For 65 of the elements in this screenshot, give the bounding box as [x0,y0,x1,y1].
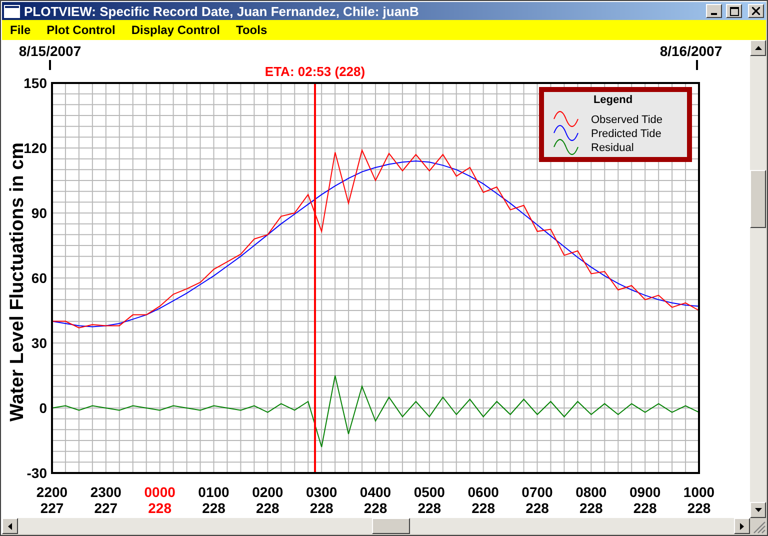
day-label: 228 [526,500,549,516]
time-label: 0200 [252,484,284,500]
window-icon [4,4,20,18]
time-label: 0100 [198,484,230,500]
day-label: 228 [633,500,657,516]
y-tick-label: 0 [39,400,47,416]
close-icon [752,7,760,15]
time-label: 0900 [630,484,661,500]
time-label: 0500 [414,484,445,500]
time-label: 0700 [522,484,553,500]
scrollbar-thumb[interactable] [372,518,410,534]
menu-item[interactable]: Plot Control [46,23,116,37]
time-label: 1000 [683,484,715,500]
maximize-button[interactable] [726,4,742,18]
menu-item[interactable]: Tools [236,23,268,37]
minimize-button[interactable] [706,4,722,18]
scroll-up-button[interactable] [750,40,766,56]
day-label: 228 [256,500,280,516]
time-label: 2200 [36,484,68,500]
y-tick-label: 30 [31,335,47,351]
maximize-icon [730,6,738,16]
legend-label: Predicted Tide [591,128,662,140]
legend-label: Observed Tide [591,114,663,126]
legend-wave-icon [554,139,578,155]
down-arrow-icon [754,508,762,512]
day-label: 228 [364,500,388,516]
day-label: 227 [40,500,64,516]
day-label: 228 [310,500,334,516]
day-label: 228 [202,500,226,516]
day-label: 228 [687,500,711,516]
time-label: 2300 [90,484,122,500]
scroll-right-button[interactable] [734,518,750,534]
up-arrow-icon [754,46,762,50]
time-label: 0400 [360,484,392,500]
y-tick-label: 150 [24,75,47,91]
y-tick-label: 60 [31,270,47,286]
legend-label: Residual [591,142,634,154]
right-arrow-icon [740,522,744,530]
eta-label: ETA: 02:53 (228) [264,64,366,79]
scrollbar-thumb[interactable] [750,170,766,228]
y-tick-label: 90 [31,205,47,221]
window-title: PLOTVIEW: Specific Record Date, Juan Fernandez, Chile: juanB [24,4,420,18]
legend-title: Legend [593,94,633,106]
y-tick-label: -30 [26,465,47,481]
date-tick-mark [49,60,51,70]
scroll-down-button[interactable] [750,502,766,518]
time-label: 0000 [144,484,176,500]
day-label: 228 [579,500,603,516]
day-label: 227 [94,500,118,516]
time-label: 0800 [576,484,607,500]
menu-item[interactable]: File [10,23,31,37]
time-label: 0600 [468,484,499,500]
date-tick-mark [696,60,698,70]
scroll-left-button[interactable] [2,518,18,534]
time-label: 0300 [306,484,338,500]
legend-wave-icon [554,111,578,127]
left-arrow-icon [8,522,12,530]
menu-item[interactable]: Display Control [131,23,220,37]
close-button[interactable] [748,4,764,18]
legend-wave-icon [554,125,578,141]
day-label: 228 [148,500,172,516]
day-label: 228 [418,500,442,516]
date-label: 8/15/2007 [18,43,82,59]
day-label: 228 [472,500,496,516]
date-label: 8/16/2007 [660,43,722,59]
